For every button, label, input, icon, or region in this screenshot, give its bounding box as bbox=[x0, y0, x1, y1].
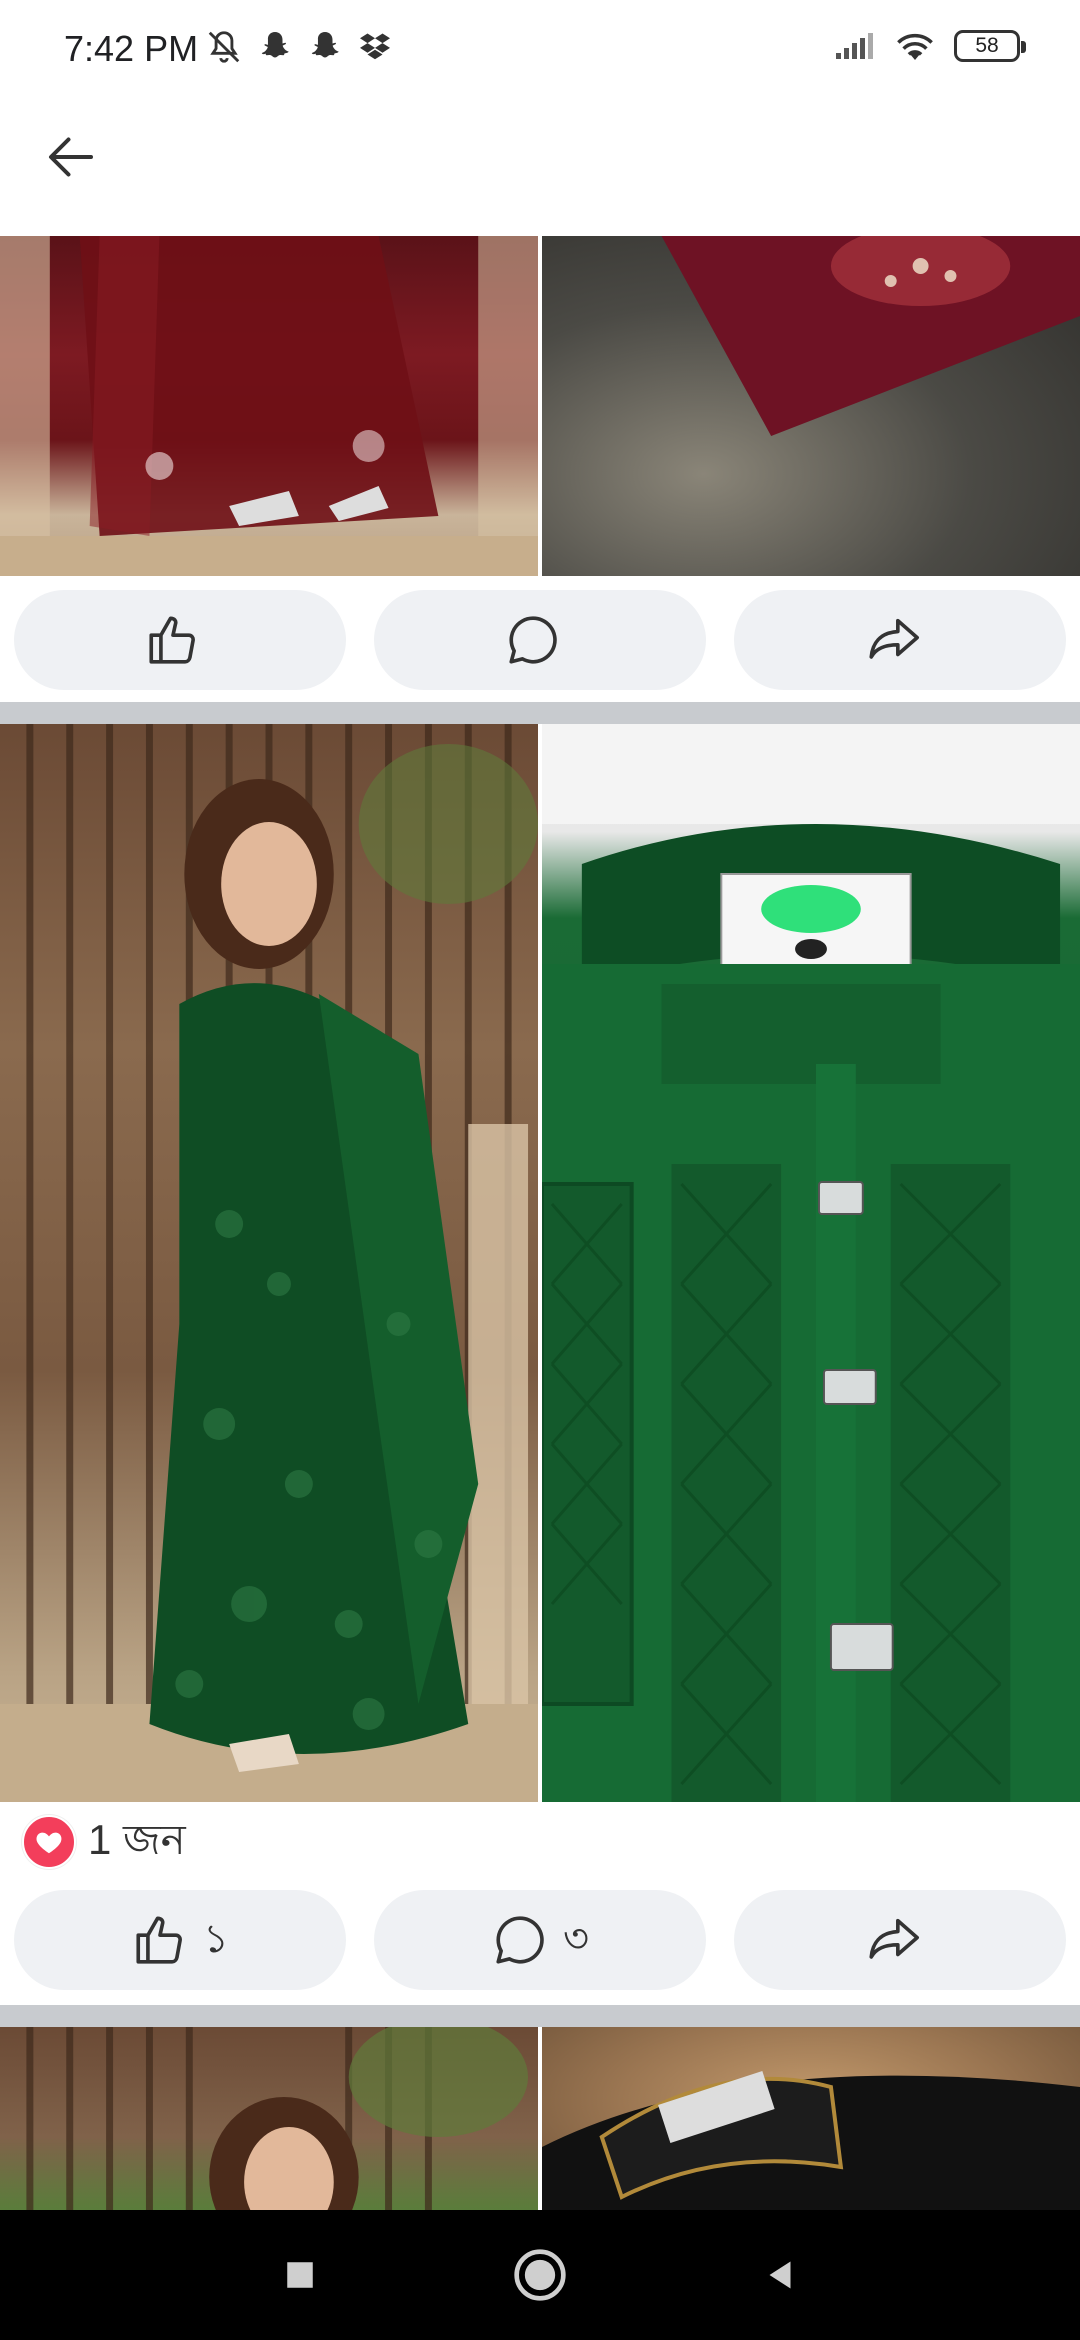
post-divider bbox=[0, 2005, 1080, 2027]
battery-icon: 58 bbox=[954, 30, 1026, 62]
comment-count: ৩ bbox=[562, 1916, 589, 1961]
comment-icon bbox=[509, 616, 557, 664]
battery-level: 58 bbox=[975, 34, 999, 57]
green-kurta-illustration bbox=[542, 724, 1080, 1802]
post-actions bbox=[0, 576, 1080, 704]
like-count: ১ bbox=[203, 1916, 229, 1961]
mute-icon bbox=[208, 31, 240, 63]
saree-woman-illustration bbox=[0, 724, 538, 1802]
share-icon bbox=[869, 618, 919, 659]
like-button[interactable]: ১ bbox=[14, 1890, 346, 1990]
share-button[interactable] bbox=[734, 590, 1066, 690]
like-icon bbox=[149, 616, 195, 664]
post-divider bbox=[0, 702, 1080, 724]
wifi-icon bbox=[897, 33, 933, 60]
square-icon bbox=[287, 2262, 313, 2288]
post-photo[interactable] bbox=[0, 2027, 538, 2210]
post-photo[interactable] bbox=[0, 236, 538, 576]
black-kurta-illustration bbox=[542, 2070, 1080, 2210]
back-button[interactable] bbox=[36, 122, 106, 192]
status-time: 7:42 PM bbox=[64, 28, 199, 69]
app-bar bbox=[0, 100, 1080, 236]
comment-icon bbox=[496, 1916, 544, 1964]
post-photo-grid bbox=[0, 724, 1080, 1802]
comment-button[interactable] bbox=[374, 590, 706, 690]
status-bar: 7:42 PM 58 bbox=[0, 0, 1080, 100]
post-photo[interactable] bbox=[542, 724, 1080, 1802]
triangle-back-icon bbox=[769, 2261, 791, 2289]
post-photo[interactable] bbox=[542, 2027, 1080, 2210]
share-button[interactable] bbox=[734, 1890, 1066, 1990]
like-button[interactable] bbox=[14, 590, 346, 690]
post-photo[interactable] bbox=[542, 236, 1080, 576]
snapchat-icon bbox=[311, 32, 339, 58]
share-icon bbox=[869, 1918, 919, 1959]
post-photo[interactable] bbox=[0, 724, 538, 1802]
post-actions: ১ ৩ bbox=[0, 1876, 1080, 2004]
arrow-left-icon bbox=[49, 137, 93, 177]
recents-button[interactable] bbox=[260, 2235, 340, 2315]
love-reaction-icon bbox=[22, 1815, 76, 1869]
like-icon bbox=[136, 1916, 182, 1964]
system-icons: 58 bbox=[834, 30, 1026, 62]
saree-illustration bbox=[0, 236, 538, 576]
post-photo-grid bbox=[0, 2027, 1080, 2210]
circle-icon bbox=[514, 2249, 566, 2301]
post-photo-grid bbox=[0, 236, 1080, 576]
dropbox-icon bbox=[360, 33, 390, 60]
comment-button[interactable]: ৩ bbox=[374, 1890, 706, 1990]
back-nav-button[interactable] bbox=[740, 2235, 820, 2315]
signal-icon bbox=[836, 33, 873, 59]
snapchat-icon bbox=[261, 32, 289, 58]
woman-gate-illustration bbox=[26, 2027, 529, 2210]
reaction-count: 1 জন bbox=[88, 1815, 186, 1863]
kurta-illustration bbox=[661, 236, 1080, 436]
notification-icons bbox=[205, 28, 393, 66]
system-navigation-bar bbox=[0, 2210, 1080, 2340]
home-button[interactable] bbox=[500, 2235, 580, 2315]
reaction-summary[interactable]: 1 জন bbox=[22, 1807, 186, 1877]
